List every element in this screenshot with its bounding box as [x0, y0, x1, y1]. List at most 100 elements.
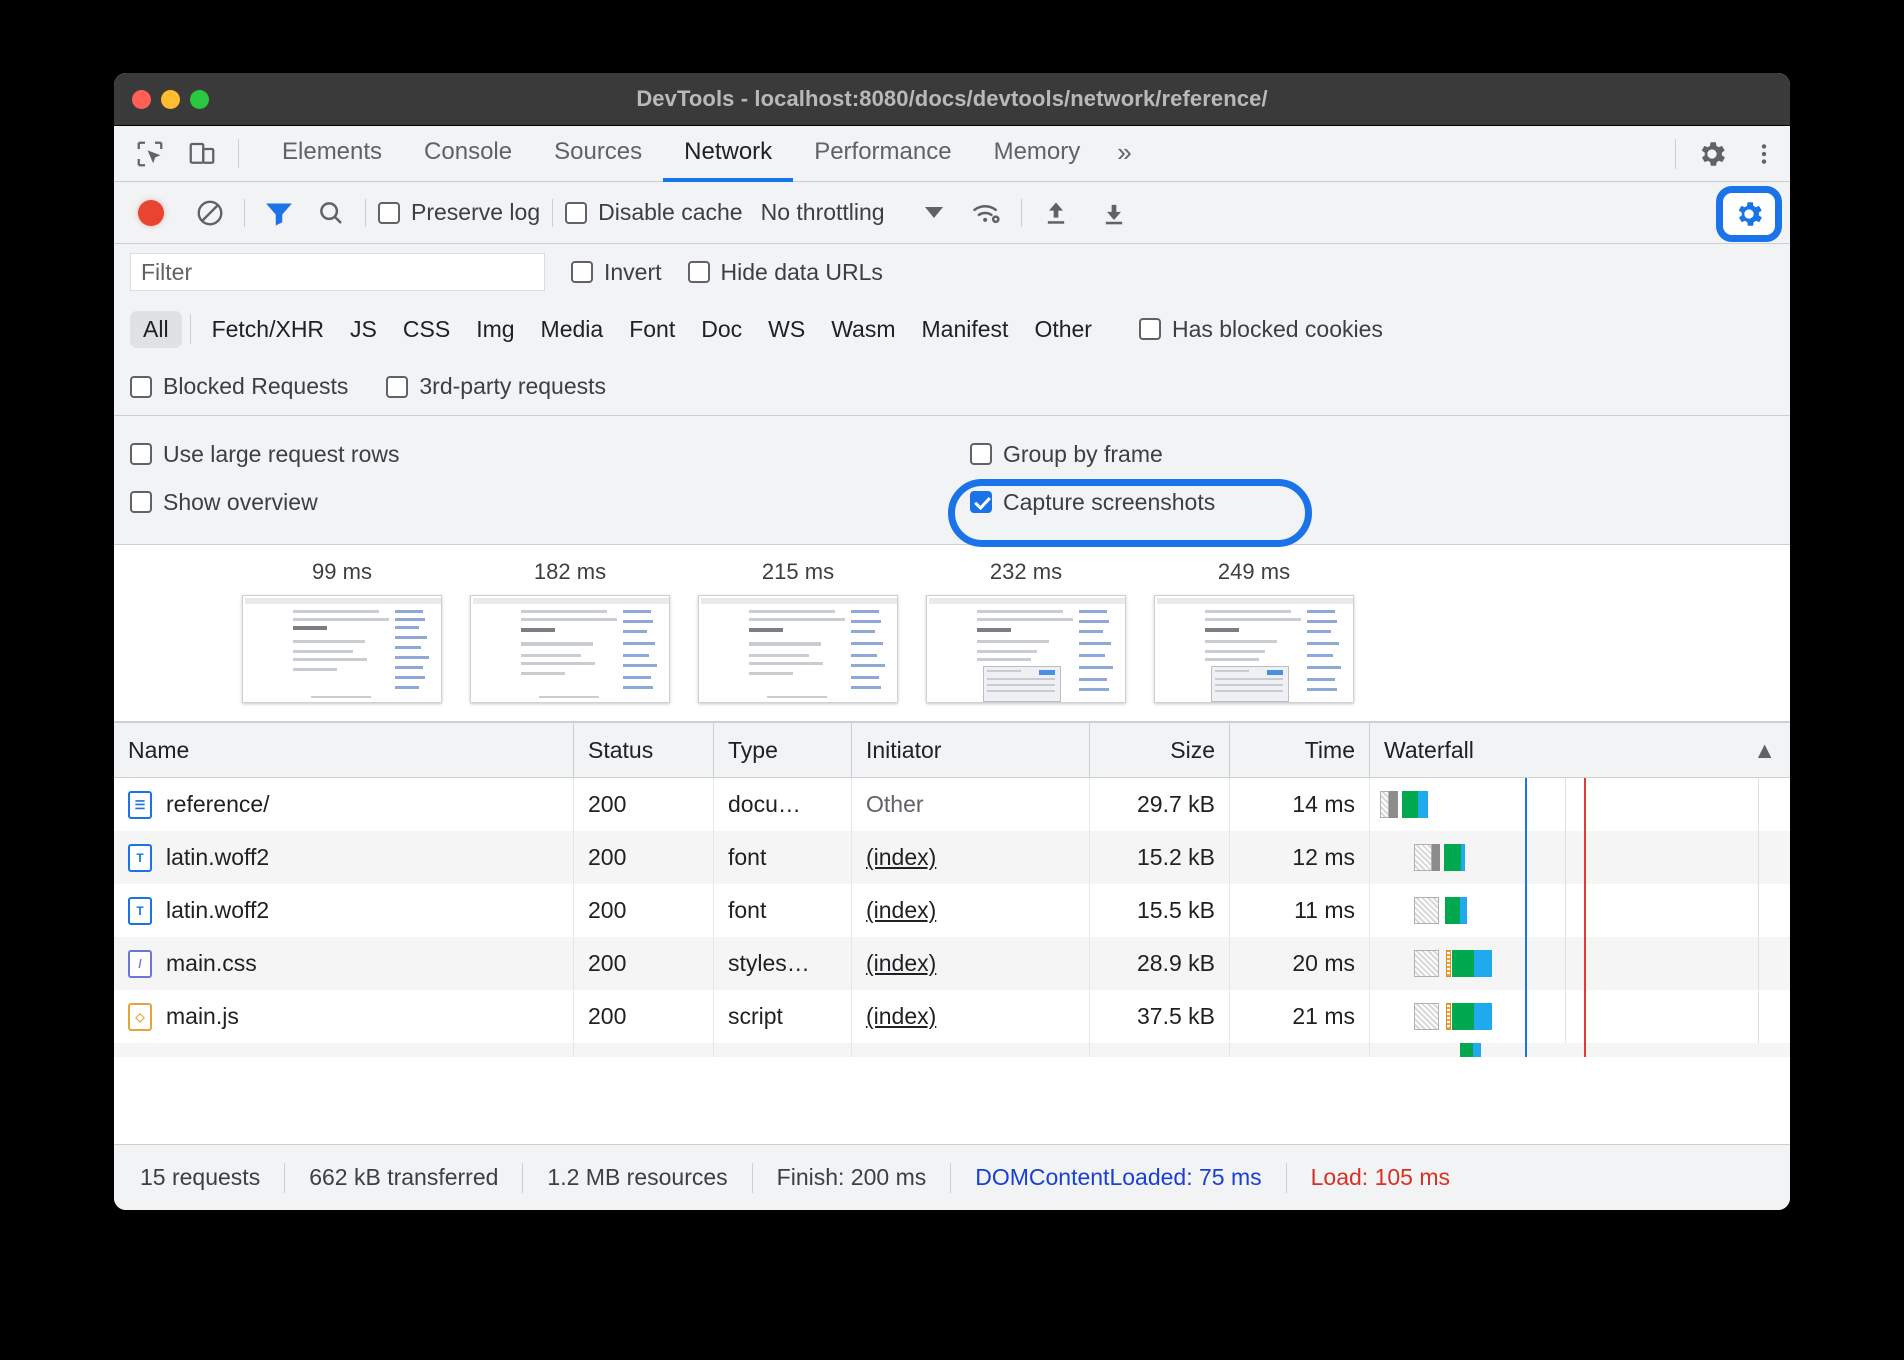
third-party-requests-checkbox[interactable]: 3rd-party requests: [386, 373, 606, 400]
filmstrip-thumbnail[interactable]: [698, 595, 898, 703]
filter-input[interactable]: [130, 253, 545, 291]
record-button[interactable]: [138, 200, 164, 226]
has-blocked-cookies-box[interactable]: [1139, 318, 1161, 340]
cell-name[interactable]: T latin.woff2: [114, 884, 574, 937]
chip-all[interactable]: All: [130, 311, 182, 348]
filmstrip-thumbnail[interactable]: [242, 595, 442, 703]
cell-initiator[interactable]: (index): [852, 937, 1090, 990]
chip-js[interactable]: JS: [337, 311, 390, 348]
column-header-type[interactable]: Type: [714, 723, 852, 777]
filmstrip-frame[interactable]: 99 ms: [242, 559, 442, 703]
group-by-frame-box[interactable]: [970, 443, 992, 465]
filmstrip-thumbnail[interactable]: [926, 595, 1126, 703]
blocked-requests-checkbox[interactable]: Blocked Requests: [130, 373, 348, 400]
chip-other[interactable]: Other: [1021, 311, 1105, 348]
capture-screenshots-checkbox[interactable]: Capture screenshots: [970, 489, 1215, 516]
throttling-dropdown[interactable]: No throttling: [761, 199, 943, 226]
preserve-log-checkbox[interactable]: Preserve log: [378, 199, 540, 226]
filmstrip-frame[interactable]: 249 ms: [1154, 559, 1354, 703]
initiator-link[interactable]: (index): [866, 844, 936, 871]
preserve-log-box[interactable]: [378, 202, 400, 224]
cell-status: [574, 1043, 714, 1057]
chip-doc[interactable]: Doc: [688, 311, 755, 348]
cell-name[interactable]: ◇ main.js: [114, 990, 574, 1043]
filmstrip-frame[interactable]: 182 ms: [470, 559, 670, 703]
hide-data-urls-box[interactable]: [688, 261, 710, 283]
capture-screenshots-box[interactable]: [970, 491, 992, 513]
table-row[interactable]: [114, 1043, 1790, 1057]
column-header-name[interactable]: Name: [114, 723, 574, 777]
request-name: reference/: [166, 791, 270, 818]
cell-name[interactable]: T latin.woff2: [114, 831, 574, 884]
export-har-icon[interactable]: [1092, 191, 1136, 235]
column-header-waterfall[interactable]: Waterfall ▲: [1370, 723, 1790, 777]
toolbar-divider-1: [244, 199, 245, 227]
third-party-requests-box[interactable]: [386, 376, 408, 398]
chip-manifest[interactable]: Manifest: [909, 311, 1022, 348]
more-tabs-icon[interactable]: »: [1101, 126, 1147, 182]
status-divider: [284, 1163, 285, 1193]
has-blocked-cookies-checkbox[interactable]: Has blocked cookies: [1139, 316, 1383, 343]
disable-cache-box[interactable]: [565, 202, 587, 224]
chip-fetch-xhr[interactable]: Fetch/XHR: [199, 311, 337, 348]
device-toolbar-icon[interactable]: [176, 126, 228, 181]
tab-performance[interactable]: Performance: [793, 126, 972, 182]
cell-initiator[interactable]: (index): [852, 831, 1090, 884]
table-row[interactable]: T latin.woff2 200 font (index) 15.5 kB 1…: [114, 884, 1790, 937]
column-header-status[interactable]: Status: [574, 723, 714, 777]
table-row[interactable]: T latin.woff2 200 font (index) 15.2 kB 1…: [114, 831, 1790, 884]
initiator-link[interactable]: (index): [866, 950, 936, 977]
use-large-request-rows-checkbox[interactable]: Use large request rows: [130, 441, 970, 468]
use-large-request-rows-box[interactable]: [130, 443, 152, 465]
column-header-initiator[interactable]: Initiator: [852, 723, 1090, 777]
table-row[interactable]: ☰ reference/ 200 docu… Other 29.7 kB 14 …: [114, 778, 1790, 831]
chip-img[interactable]: Img: [463, 311, 527, 348]
tab-elements[interactable]: Elements: [261, 126, 403, 182]
initiator-link[interactable]: (index): [866, 1003, 936, 1030]
cell-initiator[interactable]: (index): [852, 884, 1090, 937]
network-settings-gear-icon[interactable]: [1716, 186, 1782, 242]
status-divider: [752, 1163, 753, 1193]
tab-memory[interactable]: Memory: [973, 126, 1102, 182]
chip-css[interactable]: CSS: [390, 311, 463, 348]
initiator-text: Other: [866, 791, 924, 818]
tab-console[interactable]: Console: [403, 126, 533, 182]
group-by-frame-checkbox[interactable]: Group by frame: [970, 441, 1163, 468]
filmstrip-thumbnail[interactable]: [1154, 595, 1354, 703]
more-vertical-icon[interactable]: [1738, 141, 1790, 167]
show-overview-checkbox[interactable]: Show overview: [130, 489, 970, 516]
import-har-icon[interactable]: [1034, 191, 1078, 235]
invert-box[interactable]: [571, 261, 593, 283]
initiator-link[interactable]: (index): [866, 897, 936, 924]
network-conditions-icon[interactable]: [965, 191, 1009, 235]
cell-name[interactable]: / main.css: [114, 937, 574, 990]
chip-wasm[interactable]: Wasm: [818, 311, 908, 348]
show-overview-box[interactable]: [130, 491, 152, 513]
blocked-requests-box[interactable]: [130, 376, 152, 398]
filmstrip-thumbnail[interactable]: [470, 595, 670, 703]
table-row[interactable]: / main.css 200 styles… (index) 28.9 kB 2…: [114, 937, 1790, 990]
filmstrip-frame[interactable]: 215 ms: [698, 559, 898, 703]
tab-sources[interactable]: Sources: [533, 126, 663, 182]
disable-cache-checkbox[interactable]: Disable cache: [565, 199, 742, 226]
chip-media[interactable]: Media: [528, 311, 617, 348]
chip-font[interactable]: Font: [616, 311, 688, 348]
column-header-size[interactable]: Size: [1090, 723, 1230, 777]
search-icon[interactable]: [309, 191, 353, 235]
hide-data-urls-checkbox[interactable]: Hide data URLs: [688, 259, 883, 286]
invert-checkbox[interactable]: Invert: [571, 259, 662, 286]
cell-initiator[interactable]: (index): [852, 990, 1090, 1043]
blocked-requests-label: Blocked Requests: [163, 373, 348, 400]
cell-size: 15.5 kB: [1090, 884, 1230, 937]
gear-icon[interactable]: [1686, 138, 1738, 170]
column-header-time[interactable]: Time: [1230, 723, 1370, 777]
cell-name: [114, 1043, 574, 1057]
chip-ws[interactable]: WS: [755, 311, 818, 348]
tab-network[interactable]: Network: [663, 126, 793, 182]
filmstrip-frame[interactable]: 232 ms: [926, 559, 1126, 703]
filter-funnel-icon[interactable]: [257, 191, 301, 235]
inspect-element-icon[interactable]: [124, 126, 176, 181]
cell-name[interactable]: ☰ reference/: [114, 778, 574, 831]
clear-icon[interactable]: [188, 191, 232, 235]
table-row[interactable]: ◇ main.js 200 script (index) 37.5 kB 21 …: [114, 990, 1790, 1043]
